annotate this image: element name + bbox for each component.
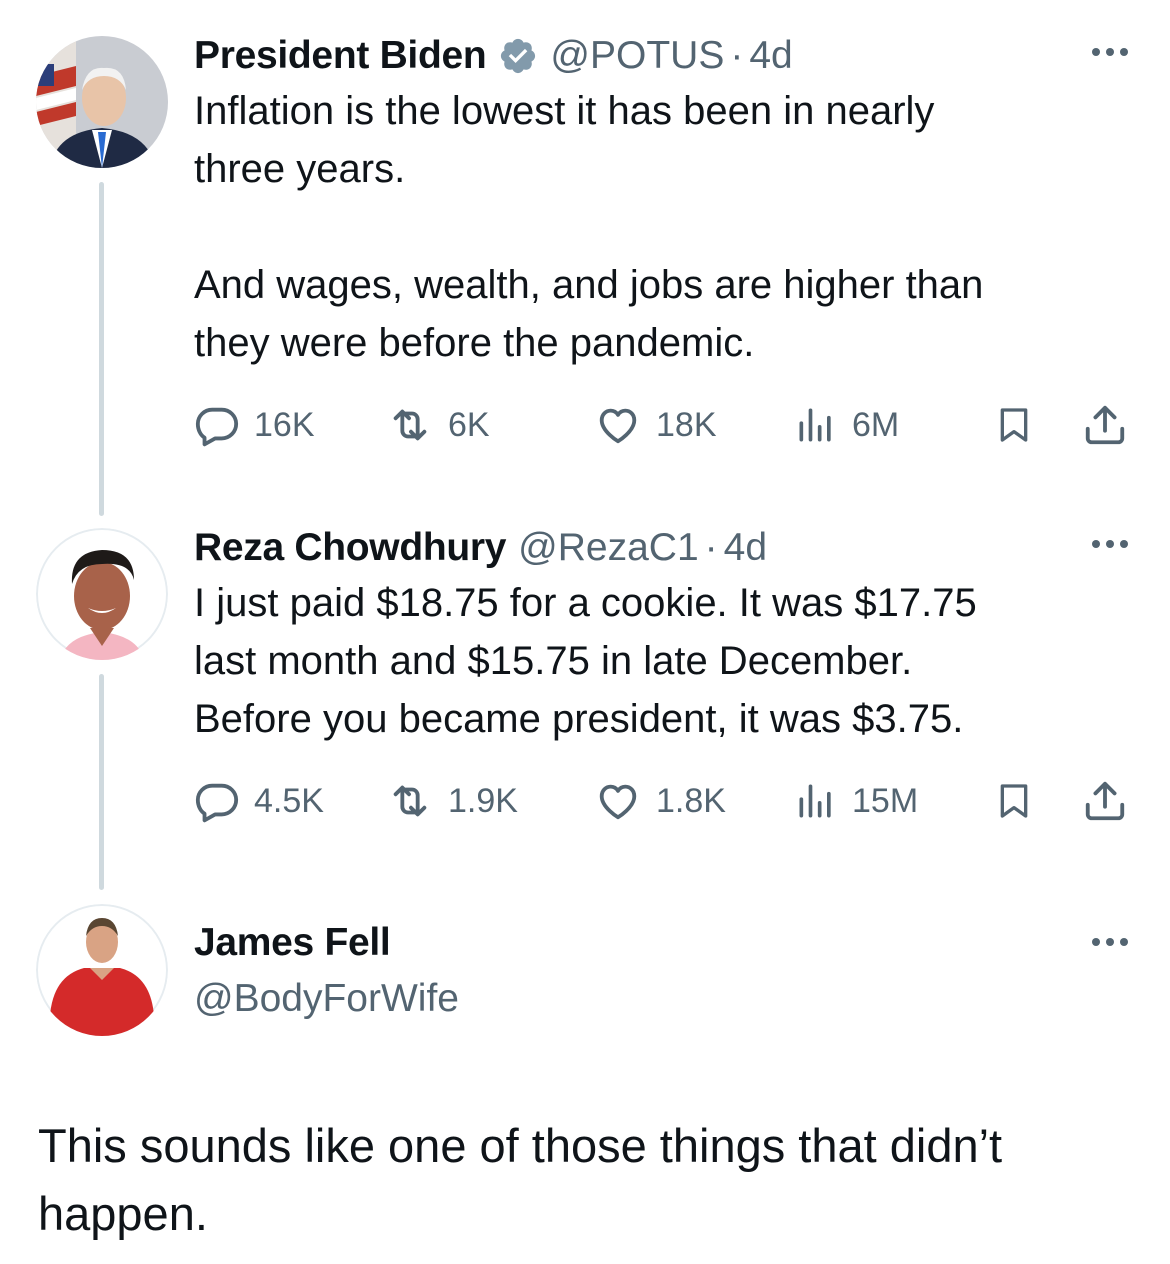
like-count: 18K <box>656 405 717 444</box>
views-button[interactable]: 15M <box>794 776 918 826</box>
views-count: 6M <box>852 405 900 444</box>
display-name[interactable]: James Fell <box>194 918 459 968</box>
reply-icon <box>195 783 239 823</box>
like-button[interactable]: 1.8K <box>594 776 726 826</box>
timestamp[interactable]: 4d <box>749 34 792 78</box>
views-button[interactable]: 6M <box>794 400 899 450</box>
tweet-2[interactable]: Reza Chowdhury @RezaC1 · 4d I just paid … <box>194 526 1130 748</box>
handle[interactable]: @RezaC1 <box>518 526 699 570</box>
heart-icon <box>599 408 637 444</box>
reply-header: James Fell @BodyForWife <box>194 918 459 1026</box>
tweet-text: I just paid $18.75 for a cookie. It was … <box>194 581 977 741</box>
views-icon <box>799 784 831 818</box>
heart-icon <box>599 784 637 820</box>
repost-count: 1.9K <box>448 781 518 820</box>
bookmark-button[interactable] <box>994 400 1034 450</box>
reply-count: 4.5K <box>254 781 324 820</box>
bookmark-icon <box>1000 784 1028 818</box>
repost-icon <box>393 785 427 817</box>
separator: · <box>730 34 744 77</box>
share-button[interactable] <box>1082 776 1128 826</box>
share-button[interactable] <box>1082 400 1128 450</box>
tweet-header: President Biden @POTUS · 4d <box>194 34 1130 78</box>
tweet-header: Reza Chowdhury @RezaC1 · 4d <box>194 526 1130 570</box>
display-name[interactable]: President Biden <box>194 34 487 78</box>
display-name[interactable]: Reza Chowdhury <box>194 526 506 570</box>
tweet-text: Inflation is the lowest it has been in n… <box>194 89 984 365</box>
separator: · <box>704 526 718 569</box>
reply-count: 16K <box>254 405 315 444</box>
avatar-potus[interactable] <box>36 36 168 168</box>
thread-line <box>99 674 104 890</box>
more-icon[interactable] <box>1090 536 1130 552</box>
reply-text: This sounds like one of those things tha… <box>38 1119 1003 1240</box>
bookmark-icon <box>1000 408 1028 442</box>
more-icon[interactable] <box>1090 44 1130 60</box>
bookmark-button[interactable] <box>994 776 1034 826</box>
repost-icon <box>393 409 427 441</box>
verified-badge-icon <box>501 38 536 74</box>
avatar-bodyforwife[interactable] <box>36 904 168 1036</box>
more-icon[interactable] <box>1090 934 1130 950</box>
repost-button[interactable]: 1.9K <box>386 776 518 826</box>
avatar-rezac1[interactable] <box>36 528 168 660</box>
handle[interactable]: @POTUS <box>550 34 724 78</box>
reply-button[interactable]: 16K <box>194 400 315 450</box>
tweet-actions: 16K 6K 18K 6M <box>194 400 1130 450</box>
share-icon <box>1085 405 1125 445</box>
views-icon <box>799 408 831 442</box>
reply-button[interactable]: 4.5K <box>194 776 324 826</box>
like-count: 1.8K <box>656 781 726 820</box>
timestamp[interactable]: 4d <box>724 526 767 570</box>
reply-icon <box>195 407 239 447</box>
repost-button[interactable]: 6K <box>386 400 490 450</box>
share-icon <box>1085 781 1125 821</box>
tweet-actions: 4.5K 1.9K 1.8K 15M <box>194 776 1130 826</box>
like-button[interactable]: 18K <box>594 400 717 450</box>
tweet-1[interactable]: President Biden @POTUS · 4d Inflation is… <box>194 34 1130 372</box>
handle[interactable]: @BodyForWife <box>194 972 459 1026</box>
thread-line <box>99 182 104 516</box>
repost-count: 6K <box>448 405 490 444</box>
views-count: 15M <box>852 781 919 820</box>
